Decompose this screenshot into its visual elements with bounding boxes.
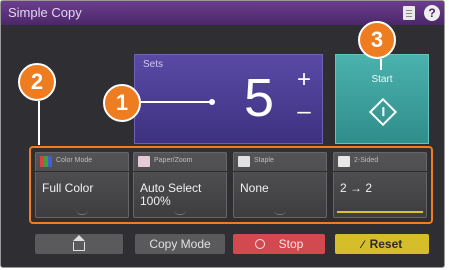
sets-label: Sets — [143, 59, 164, 70]
callout-1: 1 — [103, 84, 141, 122]
dropdown-indicator-icon — [274, 210, 286, 215]
color-mode-button[interactable]: Color Mode Full Color — [35, 152, 129, 218]
two-sided-header: 2-Sided — [333, 152, 427, 172]
job-status-icon[interactable] — [403, 6, 415, 20]
staple-icon — [238, 156, 250, 167]
reset-label: Reset — [369, 237, 403, 251]
reset-button[interactable]: ⁄ Reset — [335, 234, 429, 254]
home-icon — [73, 235, 85, 251]
help-icon[interactable]: ? — [424, 5, 440, 21]
start-label: Start — [371, 74, 393, 85]
staple-button[interactable]: Staple None — [233, 152, 327, 218]
callout-2-leader — [38, 101, 40, 145]
staple-title: Staple — [254, 157, 274, 164]
stop-label: Stop — [278, 237, 304, 251]
callout-3-leader — [380, 59, 382, 70]
color-mode-value: Full Color — [42, 181, 94, 195]
color-mode-header: Color Mode — [35, 152, 129, 172]
home-button[interactable] — [35, 234, 123, 254]
dropdown-indicator-icon — [76, 210, 88, 215]
staple-value: None — [240, 181, 269, 195]
increase-sets-button[interactable]: + — [294, 68, 314, 92]
paper-zoom-title: Paper/Zoom — [154, 157, 193, 164]
stop-icon — [254, 239, 265, 249]
color-mode-icon — [40, 156, 52, 167]
staple-header: Staple — [233, 152, 327, 172]
two-sided-value: 2 → 2 — [340, 181, 373, 195]
eraser-icon: ⁄ — [361, 239, 364, 251]
callout-3: 3 — [358, 21, 396, 59]
sets-value: 5 — [244, 68, 275, 128]
paper-zoom-icon — [138, 156, 150, 167]
copy-mode-button[interactable]: Copy Mode — [135, 234, 225, 254]
stop-button[interactable]: Stop — [233, 234, 325, 254]
two-sided-title: 2-Sided — [354, 157, 379, 164]
active-indicator — [337, 211, 423, 213]
window-title: Simple Copy — [8, 5, 82, 20]
dropdown-indicator-icon — [174, 210, 186, 215]
two-sided-icon — [338, 156, 350, 167]
paper-zoom-value-2: 100% — [140, 194, 171, 208]
callout-1-leader — [141, 99, 215, 105]
two-sided-button[interactable]: 2-Sided 2 → 2 — [333, 152, 427, 218]
decrease-sets-button[interactable]: – — [294, 100, 314, 124]
paper-zoom-button[interactable]: Paper/Zoom Auto Select 100% — [133, 152, 227, 218]
sets-panel[interactable]: Sets 5 + – — [134, 54, 323, 144]
callout-2: 2 — [18, 63, 56, 101]
start-button[interactable]: Start — [335, 54, 429, 144]
color-mode-title: Color Mode — [56, 157, 93, 164]
start-icon — [368, 97, 398, 127]
paper-zoom-header: Paper/Zoom — [133, 152, 227, 172]
